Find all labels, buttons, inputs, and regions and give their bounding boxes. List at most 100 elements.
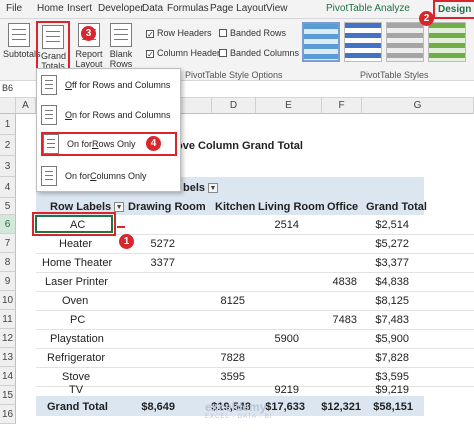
total-cell[interactable]: $2,514	[362, 215, 412, 234]
grand-totals-button[interactable]: Grand Totals	[36, 21, 70, 75]
total-cell[interactable]: $3,377	[362, 253, 412, 272]
header-grand-total: Grand Total	[366, 200, 427, 213]
column-header-f[interactable]: F	[322, 98, 362, 114]
column-labels-text: bels	[183, 181, 206, 194]
row-label-cell[interactable]: PC	[70, 310, 85, 329]
column-labels-field: bels ▼	[183, 178, 219, 197]
grand-totals-menu: Off for Rows and Columns On for Rows and…	[36, 68, 181, 192]
menu-item-off-rows-columns[interactable]: Off for Rows and Columns	[41, 73, 177, 97]
callout-badge-3: 3	[81, 26, 96, 41]
row-label-cell[interactable]: Heater	[59, 234, 92, 253]
value-cell[interactable]: 5900	[256, 329, 302, 348]
row-header[interactable]: 6	[0, 215, 16, 234]
column-header-a[interactable]: A	[16, 98, 36, 114]
value-cell[interactable]: 4838	[322, 272, 360, 291]
select-all-corner[interactable]	[0, 98, 16, 114]
row-header[interactable]: 2	[0, 135, 16, 156]
value-cell[interactable]: 3377	[122, 253, 178, 272]
row-header[interactable]: 11	[0, 310, 16, 329]
tab-file[interactable]: File	[6, 3, 22, 14]
value-cell[interactable]: 8125	[212, 291, 248, 310]
callout-badge-1: 1	[119, 234, 134, 249]
tab-design[interactable]: Design	[433, 0, 474, 19]
row-header[interactable]: 5	[0, 198, 16, 215]
row-headers-label: Row Headers	[157, 28, 212, 38]
row-header[interactable]: 9	[0, 272, 16, 291]
tab-page-layout[interactable]: Page Layout	[210, 3, 266, 14]
total-cell[interactable]: $7,483	[362, 310, 412, 329]
blank-rows-button[interactable]: Blank Rows	[107, 23, 135, 69]
subtotals-button[interactable]: Subtotals	[3, 23, 41, 59]
row-header[interactable]: 14	[0, 367, 16, 386]
tab-insert[interactable]: Insert	[67, 3, 92, 14]
filter-dropdown-icon[interactable]: ▼	[114, 201, 125, 212]
style-swatch[interactable]	[344, 22, 382, 62]
grand-total-cell[interactable]: $12,321	[312, 397, 364, 416]
row-label-cell[interactable]: Laser Printer	[45, 272, 108, 291]
row-header[interactable]: 10	[0, 291, 16, 310]
value-cell[interactable]: 7483	[322, 310, 360, 329]
menu-label-accesskey: O	[65, 110, 73, 120]
style-swatch[interactable]	[428, 22, 466, 62]
grand-totals-icon	[42, 25, 64, 49]
row-header[interactable]: 1	[0, 114, 16, 135]
menu-label-post: ff for Rows and Columns	[72, 80, 171, 90]
checkmark-icon: ✓	[146, 30, 154, 39]
tab-pivottable-analyze[interactable]: PivotTable Analyze	[326, 3, 410, 14]
menu-label-accesskey: O	[65, 80, 73, 90]
tab-developer[interactable]: Developer	[98, 3, 144, 14]
row-header[interactable]: 12	[0, 329, 16, 348]
value-cell[interactable]: 7828	[212, 348, 248, 367]
column-header-e[interactable]: E	[256, 98, 322, 114]
value-cell[interactable]: 2514	[256, 215, 302, 234]
row-headers-checkbox[interactable]: ✓ Row Headers	[146, 28, 212, 39]
header-living-room: Living Room	[258, 200, 325, 213]
row-header[interactable]: 7	[0, 234, 16, 253]
total-cell[interactable]: $4,838	[362, 272, 412, 291]
style-options-group-label: PivotTable Style Options	[185, 70, 283, 80]
sheet-title: ove Column Grand Total	[176, 139, 303, 152]
row-header[interactable]: 3	[0, 156, 16, 177]
row-header[interactable]: 13	[0, 348, 16, 367]
menu-label-pre: On for	[67, 139, 93, 149]
grand-totals-rows-icon	[43, 134, 59, 154]
row-header[interactable]: 16	[0, 405, 16, 424]
row-header[interactable]: 15	[0, 386, 16, 405]
tab-view[interactable]: View	[266, 3, 288, 14]
total-cell[interactable]: $7,828	[362, 348, 412, 367]
menu-item-on-columns-only[interactable]: On for Columns Only	[41, 164, 177, 188]
banded-rows-checkbox[interactable]: Banded Rows	[219, 28, 286, 38]
grand-total-cell[interactable]: $8,649	[122, 397, 178, 416]
row-label-cell[interactable]: Playstation	[50, 329, 104, 348]
row-header[interactable]: 4	[0, 177, 16, 198]
tab-home[interactable]: Home	[37, 3, 64, 14]
grand-totals-columns-icon	[41, 166, 57, 186]
row-label-cell[interactable]: Refrigerator	[47, 348, 105, 367]
banded-columns-checkbox[interactable]: Banded Columns	[219, 48, 299, 58]
active-cell[interactable]	[35, 215, 113, 233]
grand-total-cell[interactable]: $58,151	[362, 397, 416, 416]
row-label-cell[interactable]: Oven	[62, 291, 88, 310]
column-headers-checkbox[interactable]: ✓ Column Headers	[146, 48, 225, 59]
header-drawing-room: Drawing Room	[128, 200, 206, 213]
tab-data[interactable]: Data	[142, 3, 163, 14]
column-header-d[interactable]: D	[212, 98, 256, 114]
menu-label-post: n for Rows and Columns	[72, 110, 171, 120]
filter-dropdown-icon[interactable]: ▼	[208, 182, 219, 193]
total-cell[interactable]: $8,125	[362, 291, 412, 310]
name-box[interactable]: B6	[2, 83, 13, 93]
column-header-g[interactable]: G	[362, 98, 474, 114]
pivottable-styles-gallery	[302, 22, 470, 64]
row-label-cell[interactable]: Home Theater	[42, 253, 112, 272]
report-layout-label-line1: Report	[75, 49, 103, 59]
tab-formulas[interactable]: Formulas	[167, 3, 209, 14]
grand-total-label[interactable]: Grand Total	[47, 397, 108, 416]
style-swatch[interactable]	[302, 22, 340, 62]
unchecked-box-icon	[219, 29, 227, 37]
value-cell[interactable]: 3595	[212, 367, 248, 386]
row-header[interactable]: 8	[0, 253, 16, 272]
total-cell[interactable]: $5,900	[362, 329, 412, 348]
style-swatch[interactable]	[386, 22, 424, 62]
menu-item-on-rows-columns[interactable]: On for Rows and Columns	[41, 103, 177, 127]
total-cell[interactable]: $5,272	[362, 234, 412, 253]
